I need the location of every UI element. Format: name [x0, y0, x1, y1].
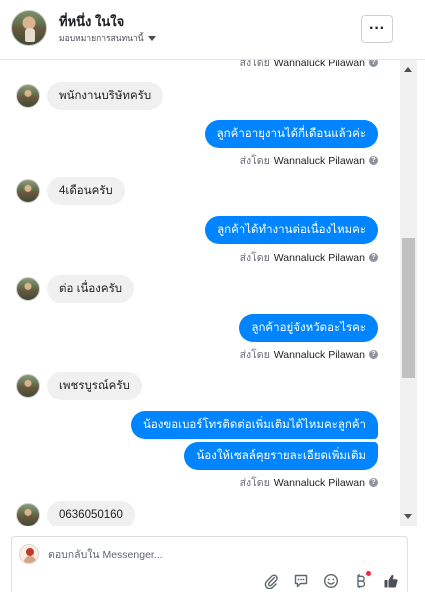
contact-avatar-small[interactable] [16, 84, 40, 108]
sent-by-line: ส่งโดย Wannaluck Pilawan ? [240, 346, 378, 363]
contact-avatar[interactable] [11, 10, 47, 46]
composer-toolbar [263, 571, 399, 589]
scroll-up-arrow-icon[interactable] [404, 67, 412, 72]
bitmoji-icon[interactable] [353, 571, 371, 589]
scroll-down-arrow-icon[interactable] [404, 514, 412, 519]
saved-replies-icon[interactable] [293, 573, 309, 589]
thread-scrollbar[interactable] [400, 60, 417, 526]
incoming-message[interactable]: เพชรบูรณ์ครับ [47, 372, 142, 400]
notification-dot [366, 571, 371, 576]
help-icon[interactable]: ? [369, 478, 378, 487]
outgoing-message[interactable]: น้องให้เซลล์คุยรายละเอียดเพิ่มเติม [184, 442, 378, 470]
conversation-header: ที่หนึ่ง ในใจ มอบหมายการสนทนานี้ ··· [0, 0, 425, 60]
messenger-panel: ที่หนึ่ง ในใจ มอบหมายการสนทนานี้ ··· ส่ง… [0, 0, 425, 592]
help-icon[interactable]: ? [369, 156, 378, 165]
incoming-message[interactable]: 4เดือนครับ [47, 177, 125, 205]
reply-input[interactable] [48, 545, 388, 565]
contact-name[interactable]: ที่หนึ่ง ในใจ [59, 11, 124, 32]
contact-avatar-small[interactable] [16, 179, 40, 203]
contact-avatar-small[interactable] [16, 374, 40, 398]
outgoing-message[interactable]: ลูกค้าอายุงานได้กี่เดือนแล้วค่ะ [204, 120, 378, 148]
outgoing-message[interactable]: ลูกค้าอยู่จังหวัดอะไรคะ [239, 314, 378, 342]
thumbs-up-icon[interactable] [383, 573, 399, 589]
sent-by-line: ส่งโดย Wannaluck Pilawan ? [240, 474, 378, 491]
contact-avatar-small[interactable] [16, 503, 40, 526]
help-icon[interactable]: ? [369, 60, 378, 67]
sent-by-line: ส่งโดย Wannaluck Pilawan ? [240, 152, 378, 169]
page-avatar [19, 544, 39, 564]
incoming-message[interactable]: พนักงานบริษัทครับ [47, 82, 164, 110]
help-icon[interactable]: ? [369, 350, 378, 359]
more-options-button[interactable]: ··· [361, 15, 393, 43]
help-icon[interactable]: ? [369, 253, 378, 262]
incoming-message[interactable]: ต่อ เนื่องครับ [47, 275, 135, 303]
assign-conversation-label: มอบหมายการสนทนานี้ [59, 33, 144, 43]
sent-by-line: ส่งโดย Wannaluck Pilawan ? [240, 249, 378, 266]
caret-down-icon [147, 35, 156, 41]
reply-composer [11, 536, 408, 592]
outgoing-message[interactable]: น้องขอเบอร์โทรติดต่อเพิ่มเติมได้ไหมคะลูก… [130, 411, 378, 439]
sent-by-line: ส่งโดย Wannaluck Pilawan ? [240, 60, 378, 71]
emoji-icon[interactable] [323, 573, 339, 589]
scrollbar-thumb[interactable] [402, 238, 415, 378]
message-thread: ส่งโดย Wannaluck Pilawan ? พนักงานบริษัท… [0, 60, 400, 526]
outgoing-message[interactable]: ลูกค้าได้ทำงานต่อเนื่องไหมคะ [205, 216, 378, 244]
contact-avatar-small[interactable] [16, 277, 40, 301]
assign-conversation-dropdown[interactable]: มอบหมายการสนทนานี้ [59, 31, 156, 45]
attachment-icon[interactable] [263, 573, 279, 589]
incoming-message[interactable]: 0636050160 [47, 501, 135, 526]
